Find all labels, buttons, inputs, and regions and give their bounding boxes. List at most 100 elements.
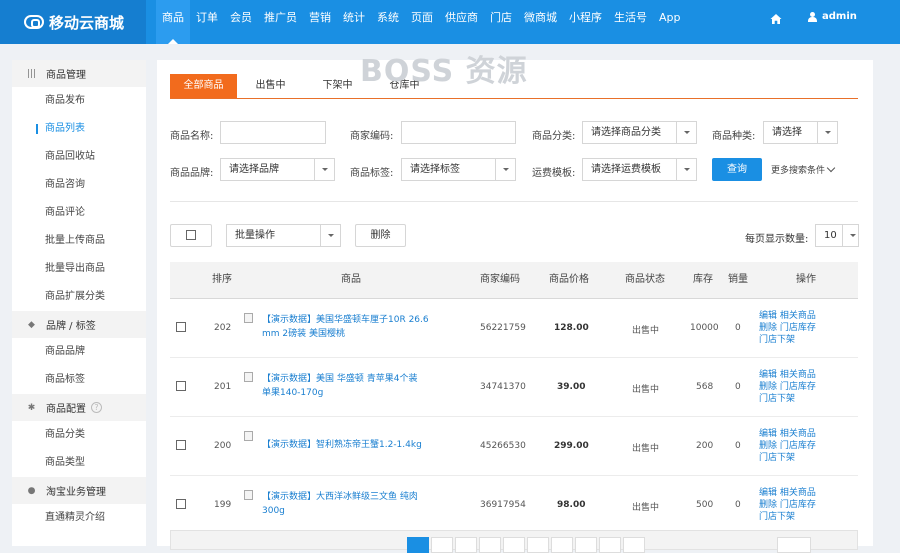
tag-select[interactable]: 请选择标签 xyxy=(401,158,516,181)
page-button[interactable] xyxy=(503,537,525,553)
action-line[interactable]: 编辑 相关商品 xyxy=(759,311,816,321)
chevron-down-icon xyxy=(817,122,837,143)
page-button[interactable] xyxy=(623,537,645,553)
sidebar-item-recycle-bin[interactable]: 商品回收站 xyxy=(12,143,146,171)
sidebar-item-batch-export[interactable]: 批量导出商品 xyxy=(12,255,146,283)
page-button[interactable] xyxy=(551,537,573,553)
nav-item-stores[interactable]: 门店 xyxy=(484,0,518,44)
product-name[interactable]: 【演示数据】大西洋冰鲜级三文鱼 纯肉 300g xyxy=(262,490,418,518)
product-name[interactable]: 【演示数据】美国华盛顿车厘子10R 26.6 mm 2磅装 美国樱桃 xyxy=(262,313,429,341)
nav-item-members[interactable]: 会员 xyxy=(224,0,258,44)
nav-item-wechat-mall[interactable]: 微商城 xyxy=(518,0,563,44)
action-line[interactable]: 编辑 相关商品 xyxy=(759,429,816,439)
nav-item-goods[interactable]: 商品 xyxy=(156,0,190,44)
action-line[interactable]: 删除 门店库存 xyxy=(759,441,816,451)
row-checkbox[interactable] xyxy=(176,499,186,509)
merchant-code-input[interactable] xyxy=(401,121,516,144)
row-checkbox[interactable] xyxy=(176,440,186,450)
category-select[interactable]: 请选择商品分类 xyxy=(582,121,697,144)
filter-label-kind: 商品种类: xyxy=(712,131,756,142)
nav-item-mini-program[interactable]: 小程序 xyxy=(563,0,608,44)
page-button[interactable] xyxy=(599,537,621,553)
product-image-icon[interactable] xyxy=(244,490,253,500)
sidebar-item-types[interactable]: 商品类型 xyxy=(12,449,146,477)
column-header-sort[interactable]: 排序 xyxy=(212,262,232,298)
table-row: 202 【演示数据】美国华盛顿车厘子10R 26.6 mm 2磅装 美国樱桃 56… xyxy=(170,299,858,358)
row-actions[interactable]: 编辑 相关商品 删除 门店库存 门店下架 xyxy=(759,310,816,346)
sidebar-item-consult[interactable]: 商品咨询 xyxy=(12,171,146,199)
column-header-sales[interactable]: 销量 xyxy=(728,262,748,298)
action-line[interactable]: 门店下架 xyxy=(759,453,795,463)
row-actions[interactable]: 编辑 相关商品 删除 门店库存 门店下架 xyxy=(759,369,816,405)
sidebar-group-taobao[interactable]: ● 淘宝业务管理 xyxy=(12,477,146,504)
sidebar-group-config[interactable]: ✱ 商品配置 ? xyxy=(12,394,146,421)
page-button[interactable] xyxy=(407,537,429,553)
page-button[interactable] xyxy=(455,537,477,553)
row-status: 出售中 xyxy=(632,444,660,454)
action-line[interactable]: 删除 门店库存 xyxy=(759,323,816,333)
user-name: admin xyxy=(822,11,857,22)
brand-select[interactable]: 请选择品牌 xyxy=(220,158,335,181)
sidebar-item-publish[interactable]: 商品发布 xyxy=(12,87,146,115)
product-name[interactable]: 【演示数据】美国 华盛顿 青苹果4个装 单果140-170g xyxy=(262,372,417,400)
page-button[interactable] xyxy=(479,537,501,553)
sidebar-item-sprite-intro[interactable]: 直通精灵介绍 xyxy=(12,504,146,532)
shipping-template-select[interactable]: 请选择运费模板 xyxy=(582,158,697,181)
page-button[interactable] xyxy=(527,537,549,553)
more-search-toggle[interactable]: 更多搜索条件 xyxy=(771,163,836,176)
page-go-button[interactable] xyxy=(777,537,811,553)
per-page-select[interactable]: 10 xyxy=(815,224,859,247)
action-line[interactable]: 删除 门店库存 xyxy=(759,500,816,510)
sidebar-item-reviews[interactable]: 商品评论 xyxy=(12,199,146,227)
sidebar-group-goods-management[interactable]: ||| 商品管理 xyxy=(12,60,146,87)
help-icon[interactable]: ? xyxy=(91,402,102,413)
nav-item-suppliers[interactable]: 供应商 xyxy=(439,0,484,44)
sidebar-item-brands[interactable]: 商品品牌 xyxy=(12,338,146,366)
row-checkbox[interactable] xyxy=(176,322,186,332)
product-name[interactable]: 【演示数据】智利熟冻帝王蟹1.2-1.4kg xyxy=(262,438,422,452)
product-image-icon[interactable] xyxy=(244,372,253,382)
shipping-select-value: 请选择运费模板 xyxy=(591,164,661,175)
nav-item-stats[interactable]: 统计 xyxy=(337,0,371,44)
user-menu[interactable]: admin xyxy=(808,11,857,22)
page-button[interactable] xyxy=(431,537,453,553)
nav-item-orders[interactable]: 订单 xyxy=(190,0,224,44)
select-all-checkbox[interactable] xyxy=(170,224,212,247)
nav-item-system[interactable]: 系统 xyxy=(371,0,405,44)
delete-button[interactable]: 删除 xyxy=(355,224,406,247)
row-actions[interactable]: 编辑 相关商品 删除 门店库存 门店下架 xyxy=(759,487,816,523)
sidebar-item-batch-upload[interactable]: 批量上传商品 xyxy=(12,227,146,255)
sidebar-group-brand-tag[interactable]: ◆ 品牌 / 标签 xyxy=(12,311,146,338)
action-line[interactable]: 编辑 相关商品 xyxy=(759,488,816,498)
kind-select[interactable]: 请选择 xyxy=(763,121,838,144)
goods-name-input[interactable] xyxy=(220,121,326,144)
action-line[interactable]: 门店下架 xyxy=(759,394,795,404)
row-checkbox[interactable] xyxy=(176,381,186,391)
nav-item-pages[interactable]: 页面 xyxy=(405,0,439,44)
action-line[interactable]: 删除 门店库存 xyxy=(759,382,816,392)
nav-item-app[interactable]: App xyxy=(653,0,687,44)
nav-item-marketing[interactable]: 营销 xyxy=(303,0,337,44)
row-actions[interactable]: 编辑 相关商品 删除 门店库存 门店下架 xyxy=(759,428,816,464)
sidebar-item-tags[interactable]: 商品标签 xyxy=(12,366,146,394)
product-image-icon[interactable] xyxy=(244,431,253,441)
page-button[interactable] xyxy=(575,537,597,553)
action-line[interactable]: 门店下架 xyxy=(759,512,795,522)
sidebar-item-ext-category[interactable]: 商品扩展分类 xyxy=(12,283,146,311)
sidebar-group-label: 品牌 / 标签 xyxy=(46,321,96,332)
brand-logo[interactable]: 移动云商城 xyxy=(0,0,146,44)
query-button[interactable]: 查询 xyxy=(712,158,762,181)
nav-item-promoters[interactable]: 推广员 xyxy=(258,0,303,44)
column-header-stock[interactable]: 库存 xyxy=(693,262,713,298)
column-header-price[interactable]: 商品价格 xyxy=(549,262,589,298)
nav-item-life-account[interactable]: 生活号 xyxy=(608,0,653,44)
sidebar-item-goods-list[interactable]: 商品列表 xyxy=(12,115,146,143)
product-image-icon[interactable] xyxy=(244,313,253,323)
action-line[interactable]: 门店下架 xyxy=(759,335,795,345)
action-line[interactable]: 编辑 相关商品 xyxy=(759,370,816,380)
batch-operation-select[interactable]: 批量操作 xyxy=(226,224,341,247)
home-icon[interactable] xyxy=(770,13,782,25)
tab-on-sale[interactable]: 出售中 xyxy=(237,74,304,98)
sidebar-item-categories[interactable]: 商品分类 xyxy=(12,421,146,449)
tab-all[interactable]: 全部商品 xyxy=(170,74,237,98)
